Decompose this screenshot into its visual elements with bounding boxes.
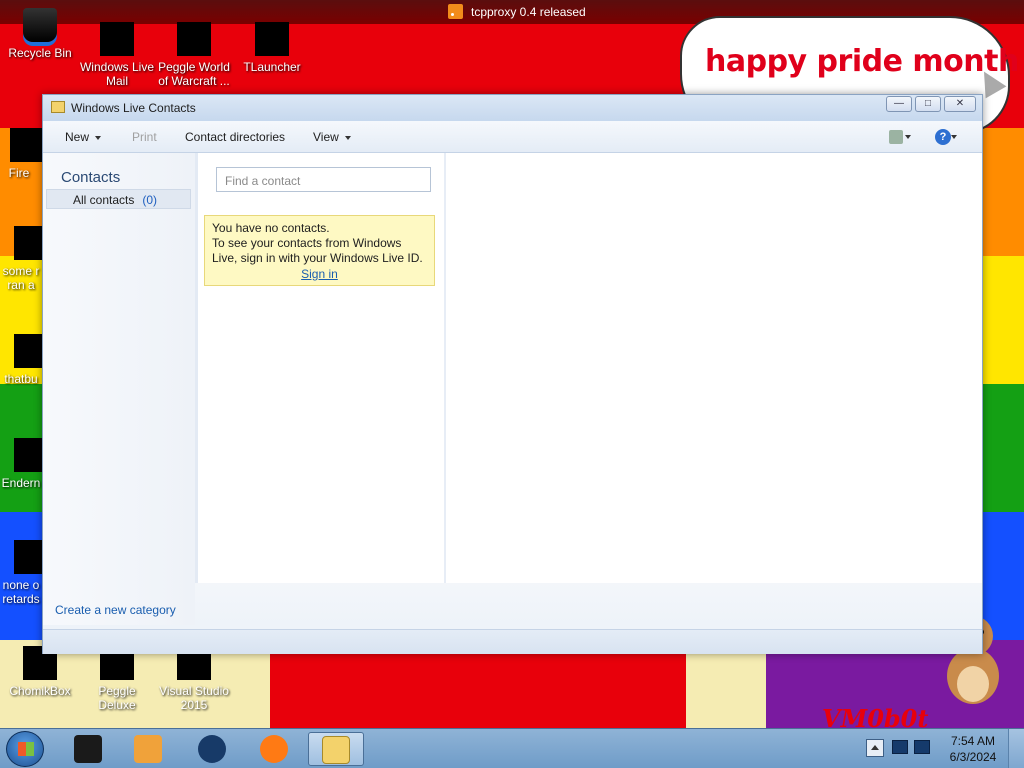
app-icon bbox=[14, 226, 42, 260]
rss-notification-text: tcpproxy 0.4 released bbox=[471, 4, 586, 19]
contacts-window: Windows Live Contacts — □ ✕ New Print Co… bbox=[42, 94, 983, 654]
desktop-icon-visual-studio[interactable]: Visual Studio 2015 bbox=[156, 646, 232, 712]
desktop-icon-fire[interactable]: Fire bbox=[0, 128, 42, 180]
rss-icon bbox=[448, 4, 463, 19]
app-icon bbox=[14, 540, 42, 574]
desktop-icon-label: Endern bbox=[1, 476, 41, 490]
category-label: All contacts bbox=[73, 193, 135, 207]
content-footer bbox=[195, 583, 982, 625]
chevron-down-icon[interactable] bbox=[905, 135, 911, 139]
view-menu[interactable]: View bbox=[313, 130, 351, 144]
desktop-icon-label: Fire bbox=[8, 166, 30, 180]
desktop-icon-endern[interactable]: Endern bbox=[0, 438, 42, 490]
firefox-icon bbox=[260, 735, 288, 763]
create-category-link[interactable]: Create a new category bbox=[55, 603, 176, 617]
contact-list-pane: Find a contact You have no contacts. To … bbox=[198, 153, 446, 583]
notice-line-2: To see your contacts from Windows Live, … bbox=[212, 236, 423, 265]
app-icon bbox=[14, 334, 42, 368]
contact-details-pane bbox=[448, 153, 982, 583]
chevron-down-icon bbox=[95, 135, 102, 140]
window-controls: — □ ✕ bbox=[886, 96, 976, 112]
taskbar-contacts[interactable] bbox=[308, 732, 364, 766]
taskbar: 7:54 AM 6/3/2024 bbox=[0, 728, 1024, 768]
menu-bar: New Print Contact directories View ? bbox=[43, 121, 982, 153]
desktop-icon-peggle-deluxe[interactable]: Peggle Deluxe bbox=[79, 646, 155, 712]
desktop-icon-label: none o retards bbox=[2, 578, 40, 606]
taskbar-media-player[interactable] bbox=[120, 732, 176, 766]
contact-directories-menu[interactable]: Contact directories bbox=[185, 130, 285, 144]
tlauncher-icon bbox=[255, 22, 289, 56]
desktop-icon-recycle-bin[interactable]: Recycle Bin bbox=[2, 8, 78, 60]
desktop-icon-thatbu[interactable]: thatbu bbox=[0, 334, 42, 386]
new-menu-label: New bbox=[65, 130, 90, 144]
chevron-down-icon[interactable] bbox=[951, 135, 957, 139]
clock-time: 7:54 AM bbox=[950, 734, 996, 748]
notice-line-1: You have no contacts. bbox=[212, 221, 330, 235]
new-menu[interactable]: New bbox=[65, 130, 102, 144]
contacts-heading: Contacts bbox=[61, 169, 121, 186]
categories-pane: Contacts All contacts (0) Create a new ca… bbox=[43, 153, 195, 625]
sign-in-link[interactable]: Sign in bbox=[212, 267, 427, 282]
mail-icon bbox=[100, 22, 134, 56]
help-icon[interactable]: ? bbox=[935, 129, 951, 145]
desktop-icon-some[interactable]: some r ran a bbox=[0, 226, 42, 292]
maximize-button[interactable]: □ bbox=[915, 96, 941, 112]
desktop-icon-label: some r ran a bbox=[2, 264, 40, 292]
window-titlebar[interactable]: Windows Live Contacts — □ ✕ bbox=[43, 95, 982, 121]
media-player-icon bbox=[134, 735, 162, 763]
contacts-app-icon bbox=[51, 101, 65, 113]
network-icon[interactable] bbox=[892, 740, 908, 754]
bubble-text: happy pride month bbox=[705, 44, 1019, 79]
category-count: (0) bbox=[142, 193, 158, 207]
desktop-icon-label: TLauncher bbox=[243, 60, 301, 74]
desktop-icon-peggle-wow[interactable]: Peggle World of Warcraft ... bbox=[156, 22, 232, 88]
app-icon bbox=[14, 438, 42, 472]
window-content: Contacts All contacts (0) Create a new ca… bbox=[43, 153, 982, 625]
desktop-icon-label: thatbu bbox=[4, 372, 38, 386]
peggle-icon bbox=[177, 22, 211, 56]
contacts-app-icon bbox=[322, 736, 350, 764]
print-menu[interactable]: Print bbox=[132, 130, 157, 144]
watermark-text: VM0b0t bbox=[822, 704, 929, 728]
no-contacts-notice: You have no contacts. To see your contac… bbox=[204, 215, 435, 286]
desktop-icon-label: ChomikBox bbox=[9, 684, 71, 698]
desktop-icon-label: Windows Live Mail bbox=[79, 60, 155, 88]
globe-icon bbox=[198, 735, 226, 763]
action-center-icon[interactable] bbox=[914, 740, 930, 754]
rss-notification[interactable]: tcpproxy 0.4 released bbox=[448, 4, 586, 19]
desktop-icon-tlauncher[interactable]: TLauncher bbox=[234, 22, 310, 74]
search-input[interactable]: Find a contact bbox=[216, 167, 431, 192]
address-book-icon[interactable] bbox=[889, 130, 903, 144]
taskbar-firefox[interactable] bbox=[246, 732, 302, 766]
clock[interactable]: 7:54 AM 6/3/2024 bbox=[942, 733, 1004, 765]
desktop-icon-label: Peggle World of Warcraft ... bbox=[158, 60, 230, 88]
desktop-icon-windows-live-mail[interactable]: Windows Live Mail bbox=[79, 22, 155, 88]
app-icon bbox=[74, 735, 102, 763]
desktop-icon-label: Recycle Bin bbox=[8, 46, 72, 60]
app-icon bbox=[10, 128, 42, 162]
view-menu-label: View bbox=[313, 130, 339, 144]
minimize-button[interactable]: — bbox=[886, 96, 912, 112]
status-bar bbox=[43, 629, 982, 654]
start-button[interactable] bbox=[6, 731, 44, 767]
recycle-bin-icon bbox=[23, 8, 57, 42]
taskbar-globe[interactable] bbox=[184, 732, 240, 766]
desktop-icon-label: Peggle Deluxe bbox=[98, 684, 136, 712]
desktop-icon-label: Visual Studio 2015 bbox=[159, 684, 229, 712]
clock-date: 6/3/2024 bbox=[949, 750, 997, 764]
close-button[interactable]: ✕ bbox=[944, 96, 976, 112]
window-title: Windows Live Contacts bbox=[71, 101, 196, 115]
show-desktop-button[interactable] bbox=[1008, 729, 1024, 768]
category-all-contacts[interactable]: All contacts (0) bbox=[46, 189, 191, 209]
chevron-down-icon bbox=[344, 135, 351, 140]
desktop-icon-none[interactable]: none o retards bbox=[0, 540, 42, 606]
taskbar-app-1[interactable] bbox=[60, 732, 116, 766]
windows-logo-icon bbox=[18, 742, 34, 756]
tray-expand-button[interactable] bbox=[866, 739, 884, 757]
